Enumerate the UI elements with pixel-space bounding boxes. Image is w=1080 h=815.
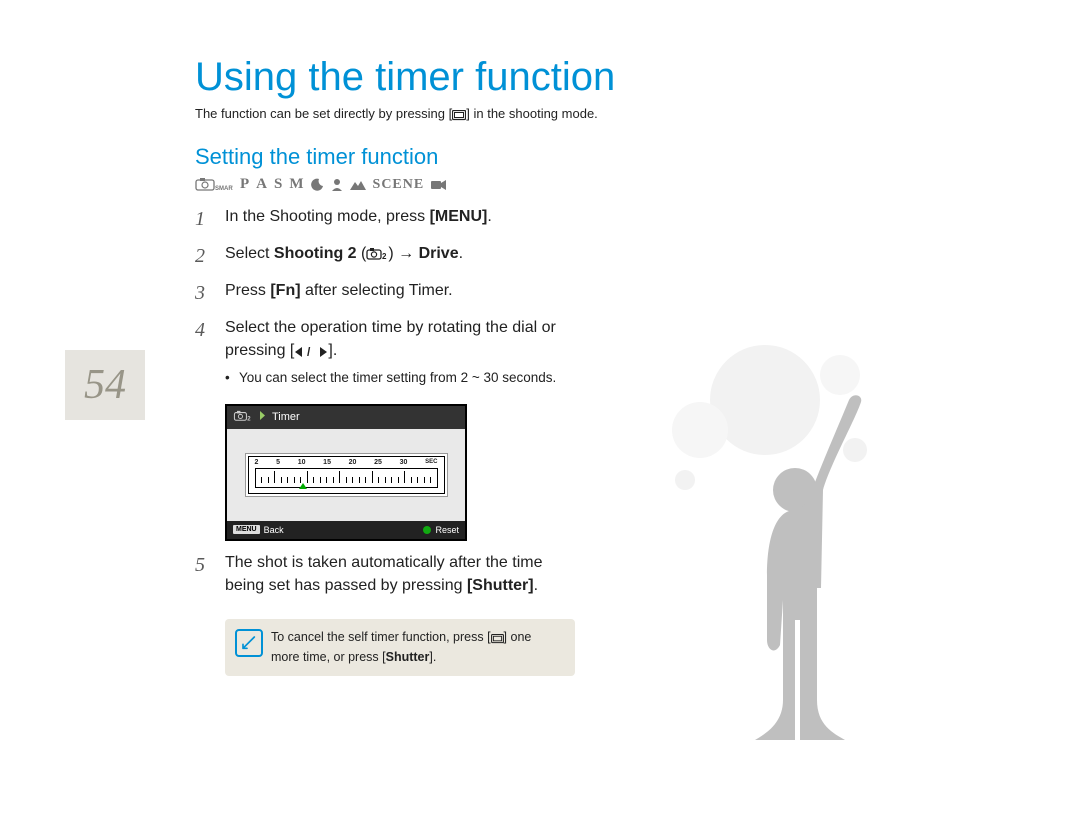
ruler-label: 30 bbox=[400, 459, 408, 466]
shutter-label: [Shutter] bbox=[467, 577, 534, 594]
left-right-icon: / bbox=[294, 342, 328, 365]
mode-m: M bbox=[289, 176, 303, 193]
drive-label: Drive bbox=[419, 245, 459, 262]
video-mode-icon bbox=[431, 179, 447, 191]
step-2: 2 Select Shooting 2 (2) → Drive. bbox=[195, 242, 565, 271]
timer-ruler: 2 5 10 15 20 25 30 SEC bbox=[248, 456, 445, 494]
step-body: Select the operation time by rotating th… bbox=[225, 316, 565, 396]
chevron-right-icon bbox=[259, 411, 266, 423]
ruler-label: 10 bbox=[298, 459, 306, 466]
fn-label: [Fn] bbox=[270, 282, 300, 299]
step-text: ]. bbox=[328, 342, 337, 359]
ruler-label: 15 bbox=[323, 459, 331, 466]
step-text: Select the operation time by rotating th… bbox=[225, 319, 556, 359]
ruler-label: 20 bbox=[349, 459, 357, 466]
footer-back: Back bbox=[264, 525, 284, 535]
step-text: . bbox=[487, 208, 491, 225]
portrait-mode-icon bbox=[331, 178, 343, 191]
mode-a: A bbox=[256, 176, 267, 193]
step-number: 2 bbox=[195, 242, 213, 271]
mode-s: S bbox=[274, 176, 282, 193]
note-text: ]. bbox=[429, 650, 436, 664]
note-icon bbox=[235, 629, 263, 657]
note-text: To cancel the self timer function, press… bbox=[271, 630, 491, 644]
camera2-icon: 2 bbox=[233, 410, 253, 425]
ruler-label-sec: SEC bbox=[425, 459, 437, 466]
svg-text:2: 2 bbox=[382, 252, 387, 261]
step-body: The shot is taken automatically after th… bbox=[225, 551, 565, 597]
section-heading: Setting the timer function bbox=[195, 144, 895, 170]
mode-p: P bbox=[240, 176, 249, 193]
shutter-label: Shutter bbox=[386, 650, 430, 664]
steps-list: 1 In the Shooting mode, press [MENU]. 2 … bbox=[195, 205, 565, 597]
svg-text:SMART: SMART bbox=[215, 186, 233, 192]
step-number: 5 bbox=[195, 551, 213, 597]
intro-prefix: The function can be set directly by pres… bbox=[195, 106, 452, 121]
step-number: 4 bbox=[195, 316, 213, 396]
camera-screen-footer: MENU Back Reset bbox=[227, 521, 465, 539]
step-text: ( bbox=[357, 245, 367, 262]
step-text: In the Shooting mode, press bbox=[225, 208, 430, 225]
step-text: Press bbox=[225, 282, 270, 299]
ruler-label: 2 bbox=[255, 459, 259, 466]
step-text: Select bbox=[225, 245, 274, 262]
step-body: Press [Fn] after selecting Timer. bbox=[225, 279, 565, 308]
step-number: 1 bbox=[195, 205, 213, 234]
footer-reset: Reset bbox=[435, 525, 459, 535]
step-text: . bbox=[459, 245, 463, 262]
camera-screen-illustration: 2 Timer 2 5 10 15 20 25 30 SEC bbox=[225, 404, 467, 541]
camera-screen-body: 2 5 10 15 20 25 30 SEC bbox=[227, 429, 465, 521]
drive-button-icon bbox=[491, 632, 504, 649]
drive-button-icon bbox=[452, 109, 466, 124]
ok-dot-icon bbox=[423, 526, 431, 534]
step-3: 3 Press [Fn] after selecting Timer. bbox=[195, 279, 565, 308]
landscape-mode-icon bbox=[350, 179, 366, 190]
step-number: 3 bbox=[195, 279, 213, 308]
mode-icons-row: SMART P A S M SCENE bbox=[195, 176, 895, 193]
note-box: To cancel the self timer function, press… bbox=[225, 619, 575, 676]
child-silhouette-illustration bbox=[645, 340, 925, 750]
step-text: ) → bbox=[388, 245, 418, 262]
ruler-label: 5 bbox=[276, 459, 280, 466]
step-5: 5 The shot is taken automatically after … bbox=[195, 551, 565, 597]
step-4: 4 Select the operation time by rotating … bbox=[195, 316, 565, 396]
step-text: . bbox=[534, 577, 538, 594]
page-number: 54 bbox=[65, 350, 145, 420]
ruler-label: 25 bbox=[374, 459, 382, 466]
camera2-icon: 2 bbox=[366, 245, 388, 268]
svg-text:2: 2 bbox=[247, 416, 251, 422]
step4-bullet: You can select the timer setting from 2 … bbox=[225, 369, 565, 387]
page-title: Using the timer function bbox=[195, 55, 895, 100]
scene-mode-label: SCENE bbox=[373, 177, 425, 193]
step-text: after selecting Timer. bbox=[301, 282, 453, 299]
step-body: Select Shooting 2 (2) → Drive. bbox=[225, 242, 565, 271]
camera-screen-header: 2 Timer bbox=[227, 406, 465, 429]
intro-suffix: ] in the shooting mode. bbox=[466, 106, 598, 121]
smart-mode-icon: SMART bbox=[195, 177, 233, 193]
svg-text:/: / bbox=[307, 346, 311, 358]
step-1: 1 In the Shooting mode, press [MENU]. bbox=[195, 205, 565, 234]
step-body: In the Shooting mode, press [MENU]. bbox=[225, 205, 565, 234]
night-mode-icon bbox=[311, 178, 324, 191]
ruler-pointer-icon bbox=[299, 483, 307, 489]
shooting2-label: Shooting 2 bbox=[274, 245, 357, 262]
menu-label: [MENU] bbox=[430, 208, 488, 225]
intro-text: The function can be set directly by pres… bbox=[195, 106, 895, 124]
menu-chip: MENU bbox=[233, 525, 260, 534]
camera-header-label: Timer bbox=[272, 411, 300, 423]
